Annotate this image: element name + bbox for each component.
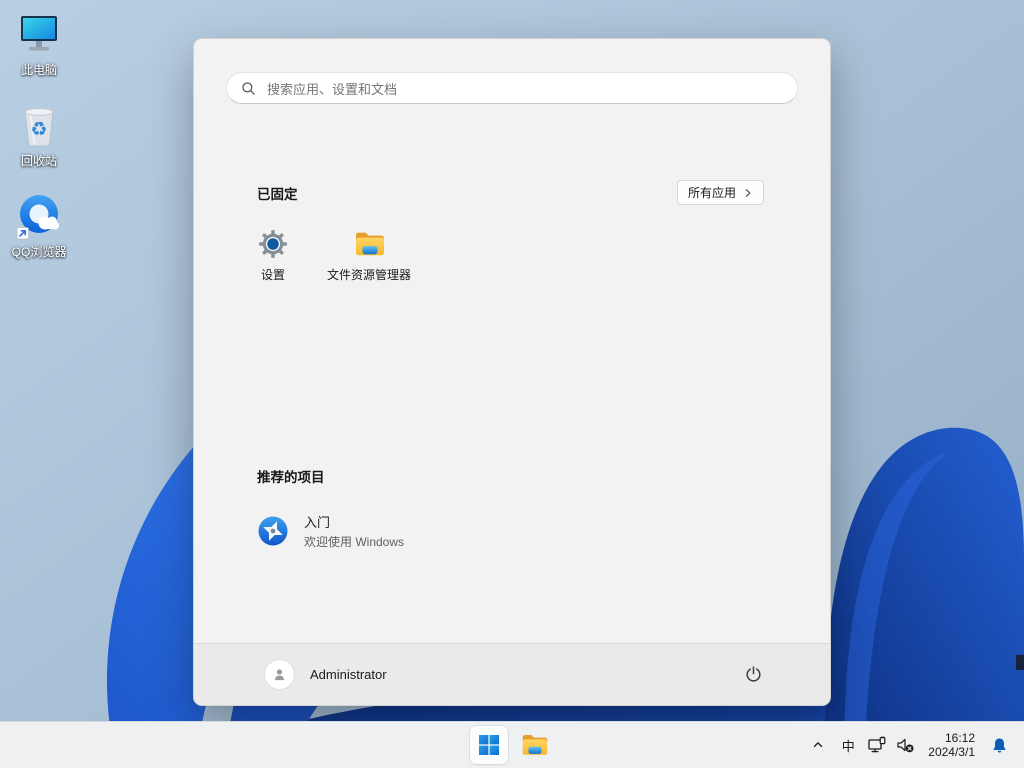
volume-muted-button[interactable] bbox=[891, 726, 919, 764]
desktop-icon-label: 回收站 bbox=[20, 154, 57, 168]
speaker-muted-icon bbox=[895, 735, 915, 755]
svg-text:♻: ♻ bbox=[30, 119, 47, 141]
system-tray: 中 16:12 2024/3/1 bbox=[803, 722, 1014, 768]
chevron-right-icon bbox=[743, 188, 753, 198]
file-explorer-icon bbox=[521, 732, 549, 758]
clock-date: 2024/3/1 bbox=[928, 745, 975, 759]
desktop-icon-list: 此电脑 ♻ 回收站 QQ浏览器 bbox=[0, 10, 78, 260]
desktop: 此电脑 ♻ 回收站 QQ浏览器 搜索应用、设置和文档 已固定 所有应用 设置 文… bbox=[0, 0, 1024, 768]
pinned-section-title: 已固定 bbox=[257, 186, 298, 202]
start-menu: 搜索应用、设置和文档 已固定 所有应用 设置 文件资源管理器 推荐的项目 入门 … bbox=[193, 38, 831, 706]
settings-gear-icon bbox=[258, 229, 288, 259]
search-placeholder: 搜索应用、设置和文档 bbox=[267, 81, 398, 97]
qq-browser-icon bbox=[15, 192, 63, 240]
start-menu-user-bar: Administrator bbox=[194, 643, 830, 705]
clock-time: 16:12 bbox=[944, 730, 975, 745]
username: Administrator bbox=[310, 667, 387, 682]
tray-chevron-up-button[interactable] bbox=[803, 726, 833, 764]
desktop-icon-recycle-bin[interactable]: ♻ 回收站 bbox=[0, 101, 78, 169]
notification-bell-icon bbox=[991, 737, 1008, 754]
taskbar-file-explorer-button[interactable] bbox=[516, 726, 554, 764]
file-explorer-icon bbox=[354, 229, 384, 259]
ime-indicator-button[interactable]: 中 bbox=[833, 726, 863, 764]
pinned-app-label: 文件资源管理器 bbox=[326, 268, 411, 282]
power-icon bbox=[743, 664, 764, 685]
start-button[interactable] bbox=[470, 726, 508, 764]
pinned-app-label: 设置 bbox=[260, 268, 285, 282]
pinned-apps-grid: 设置 文件资源管理器 bbox=[225, 219, 417, 295]
recommended-section-title: 推荐的项目 bbox=[257, 470, 325, 485]
avatar bbox=[265, 660, 294, 689]
taskbar: 中 16:12 2024/3/1 bbox=[0, 721, 1024, 768]
recommended-item-get-started[interactable]: 入门 欢迎使用 Windows bbox=[241, 504, 420, 558]
search-icon bbox=[241, 81, 256, 96]
pinned-app-file-explorer[interactable]: 文件资源管理器 bbox=[321, 219, 417, 295]
get-started-icon bbox=[257, 515, 289, 547]
desktop-icon-label: 此电脑 bbox=[20, 63, 57, 77]
chevron-up-icon bbox=[811, 738, 825, 752]
user-account-button[interactable]: Administrator bbox=[259, 654, 397, 695]
windows-logo-icon bbox=[478, 734, 500, 756]
pinned-app-settings[interactable]: 设置 bbox=[225, 219, 321, 295]
desktop-icon-label: QQ浏览器 bbox=[11, 245, 67, 259]
network-ethernet-icon bbox=[867, 735, 887, 755]
search-input[interactable]: 搜索应用、设置和文档 bbox=[226, 72, 798, 104]
all-apps-button[interactable]: 所有应用 bbox=[676, 180, 764, 205]
recycle-bin-icon: ♻ bbox=[15, 101, 63, 149]
desktop-icon-this-pc[interactable]: 此电脑 bbox=[0, 10, 78, 78]
power-button[interactable] bbox=[734, 658, 772, 692]
desktop-icon-qq-browser[interactable]: QQ浏览器 bbox=[0, 192, 78, 260]
this-pc-icon bbox=[15, 10, 63, 58]
all-apps-label: 所有应用 bbox=[687, 186, 736, 200]
recommended-item-title: 入门 bbox=[304, 515, 331, 530]
network-button[interactable] bbox=[863, 726, 891, 764]
recommended-item-subtitle: 欢迎使用 Windows bbox=[304, 535, 405, 549]
notification-bell-button[interactable] bbox=[984, 726, 1014, 764]
clock[interactable]: 16:12 2024/3/1 bbox=[919, 726, 984, 764]
